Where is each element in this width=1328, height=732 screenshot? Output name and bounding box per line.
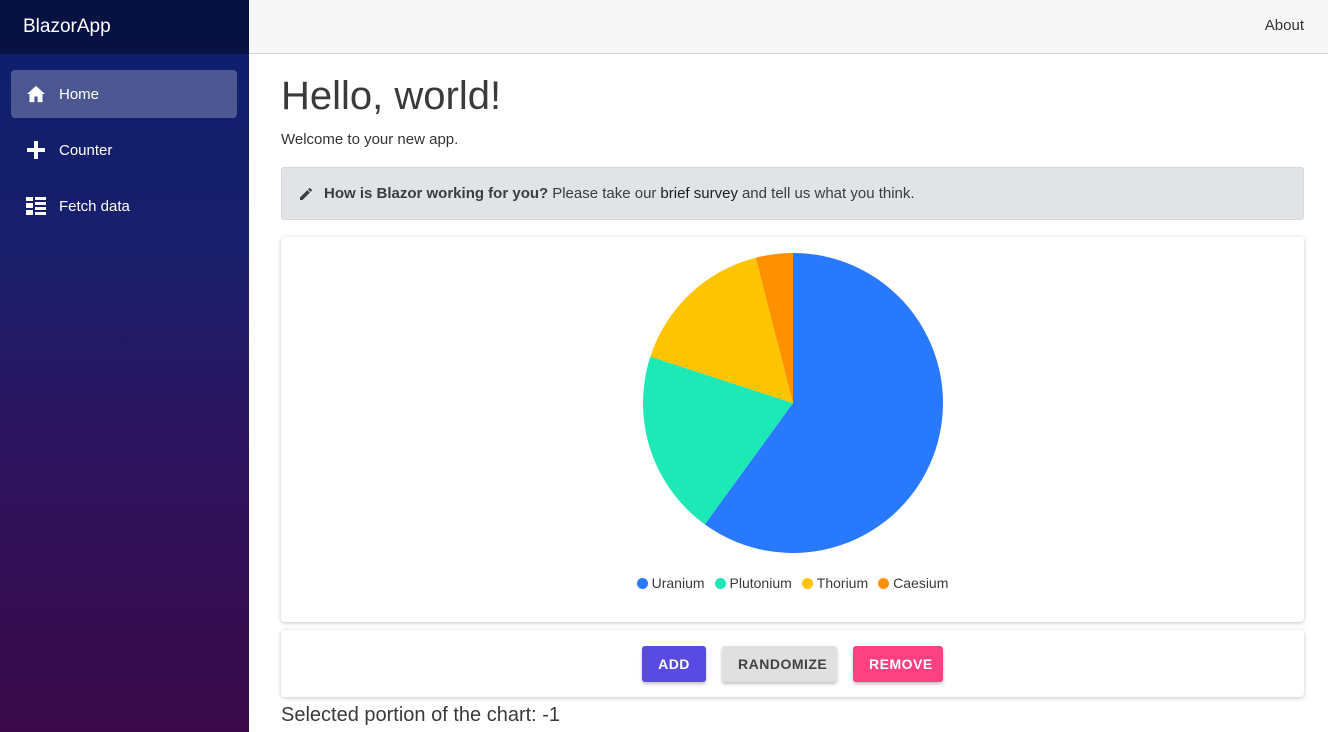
legend-item-thorium[interactable]: Thorium <box>801 575 869 591</box>
selected-portion-text: Selected portion of the chart: -1 <box>281 704 561 726</box>
legend-dot <box>801 577 813 589</box>
legend-item-caesium[interactable]: Caesium <box>878 575 948 591</box>
survey-question: How is Blazor working for you? <box>324 185 549 202</box>
pie-chart <box>643 253 943 553</box>
add-button[interactable]: ADD <box>642 645 706 682</box>
welcome-text: Welcome to your new app. <box>281 131 459 148</box>
top-bar: About <box>249 0 1328 54</box>
legend-dot <box>714 577 726 589</box>
page-title: Hello, world! <box>281 74 502 118</box>
nav-menu: Home Counter Fetch data <box>0 54 249 230</box>
sidebar-item-label: Counter <box>59 141 113 159</box>
survey-link[interactable]: brief survey <box>660 185 738 202</box>
about-link[interactable]: About <box>1265 17 1304 34</box>
main-content: Hello, world! Welcome to your new app. H… <box>281 54 1304 727</box>
pencil-icon <box>298 186 314 202</box>
sidebar-item-label: Fetch data <box>59 197 130 215</box>
home-icon <box>26 84 46 104</box>
sidebar-item-label: Home <box>59 85 100 103</box>
survey-before: Please take our <box>552 185 657 202</box>
survey-after: and tell us what you think. <box>741 185 915 202</box>
randomize-button[interactable]: RANDOMIZE <box>722 645 837 682</box>
sidebar: BlazorApp Home Counter Fetch data <box>0 0 249 732</box>
button-card: ADD RANDOMIZE REMOVE <box>281 630 1304 697</box>
list-icon <box>26 196 46 216</box>
brand-title[interactable]: BlazorApp <box>0 0 249 54</box>
legend-label: Thorium <box>816 575 869 591</box>
legend-item-plutonium[interactable]: Plutonium <box>714 575 792 591</box>
plus-icon <box>26 140 46 160</box>
legend-dot <box>878 577 890 589</box>
survey-prompt: How is Blazor working for you? Please ta… <box>281 167 1304 220</box>
legend-label: Plutonium <box>729 575 792 591</box>
sidebar-item-home[interactable]: Home <box>11 70 237 118</box>
sidebar-item-counter[interactable]: Counter <box>11 126 237 174</box>
legend-label: Caesium <box>893 575 949 591</box>
legend-dot <box>636 577 648 589</box>
sidebar-item-fetch-data[interactable]: Fetch data <box>11 182 237 230</box>
legend-item-uranium[interactable]: Uranium <box>636 575 705 591</box>
chart-card: Uranium Plutonium Thorium Caesium <box>281 237 1304 622</box>
chart-legend: Uranium Plutonium Thorium Caesium <box>281 575 1304 591</box>
legend-label: Uranium <box>651 575 705 591</box>
remove-button[interactable]: REMOVE <box>853 645 943 682</box>
